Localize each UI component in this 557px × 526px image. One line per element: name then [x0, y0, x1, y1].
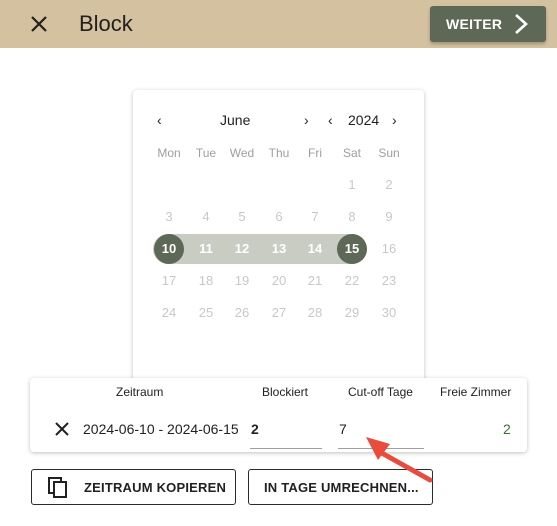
cutoff-field-underline — [338, 448, 424, 449]
day-cell[interactable]: 7 — [300, 202, 330, 232]
weekday-label: Sat — [342, 146, 361, 160]
day-cell[interactable]: 16 — [374, 234, 404, 264]
day-cell[interactable]: 1 — [337, 170, 367, 200]
weekday-label: Thu — [268, 146, 290, 160]
day-cell[interactable]: 5 — [227, 202, 257, 232]
day-cell[interactable]: 4 — [191, 202, 221, 232]
day-cell[interactable]: 20 — [264, 266, 294, 296]
day-cell[interactable]: 28 — [300, 298, 330, 328]
day-cell[interactable]: 14 — [300, 234, 330, 264]
day-cell[interactable]: 18 — [191, 266, 221, 296]
convert-to-days-button[interactable]: IN TAGE UMRECHNEN... — [248, 469, 433, 505]
day-cell[interactable]: 29 — [337, 298, 367, 328]
top-bar: Block WEITER — [0, 0, 557, 48]
copy-zeitraum-button[interactable]: ZEITRAUM KOPIEREN — [31, 469, 236, 505]
day-cell[interactable]: 9 — [374, 202, 404, 232]
day-cell[interactable]: 8 — [337, 202, 367, 232]
day-cell[interactable]: 3 — [154, 202, 184, 232]
day-cell[interactable]: 21 — [300, 266, 330, 296]
day-cell[interactable]: 2 — [374, 170, 404, 200]
day-cell[interactable]: 26 — [227, 298, 257, 328]
column-header-freie-zimmer: Freie Zimmer — [440, 385, 512, 399]
zeitraum-value: 2024-06-10 - 2024-06-15 — [83, 421, 239, 437]
day-cell[interactable]: 22 — [337, 266, 367, 296]
freie-zimmer-value: 2 — [503, 421, 511, 437]
day-cell[interactable]: 10 — [154, 234, 184, 264]
weiter-button-label: WEITER — [446, 16, 503, 32]
day-cell[interactable]: 25 — [191, 298, 221, 328]
weekday-label: Wed — [229, 146, 255, 160]
next-month-button[interactable]: › — [304, 112, 309, 128]
column-header-zeitraum: Zeitraum — [116, 385, 164, 399]
block-table: Zeitraum Blockiert Cut-off Tage Freie Zi… — [30, 378, 527, 452]
copy-zeitraum-label: ZEITRAUM KOPIEREN — [84, 480, 227, 495]
day-cell[interactable]: 23 — [374, 266, 404, 296]
copy-icon — [48, 477, 67, 498]
blockiert-field-underline — [250, 448, 322, 449]
column-header-cutoff: Cut-off Tage — [348, 385, 413, 399]
weekday-label: Fri — [308, 146, 322, 160]
prev-year-button[interactable]: ‹ — [328, 112, 333, 128]
next-year-button[interactable]: › — [392, 112, 397, 128]
day-cell[interactable]: 30 — [374, 298, 404, 328]
date-range-calendar: ‹ June › ‹ 2024 › Mon Tue Wed Thu Fri Sat Sun … — [133, 90, 424, 390]
weekday-label: Tue — [195, 146, 217, 160]
day-cell[interactable]: 12 — [227, 234, 257, 264]
day-cell[interactable]: 15 — [337, 234, 367, 264]
cutoff-field[interactable]: 7 — [339, 421, 347, 437]
month-label[interactable]: June — [220, 112, 250, 128]
selected-range-band — [153, 234, 367, 264]
year-label[interactable]: 2024 — [348, 112, 379, 128]
day-cell[interactable]: 11 — [191, 234, 221, 264]
weiter-button[interactable]: WEITER — [430, 6, 546, 42]
weekday-label: Sun — [378, 146, 400, 160]
column-header-blockiert: Blockiert — [262, 385, 309, 399]
weekday-label: Mon — [157, 146, 181, 160]
day-cell[interactable]: 13 — [264, 234, 294, 264]
day-cell[interactable]: 27 — [264, 298, 294, 328]
day-cell[interactable]: 24 — [154, 298, 184, 328]
day-cell[interactable]: 6 — [264, 202, 294, 232]
remove-row-icon[interactable] — [53, 420, 71, 438]
page-title: Block — [79, 11, 133, 36]
blockiert-field[interactable]: 2 — [251, 421, 259, 437]
day-cell[interactable]: 17 — [154, 266, 184, 296]
chevron-right-icon — [515, 14, 528, 34]
close-icon[interactable] — [27, 12, 51, 36]
convert-to-days-label: IN TAGE UMRECHNEN... — [264, 480, 419, 495]
day-cell[interactable]: 19 — [227, 266, 257, 296]
prev-month-button[interactable]: ‹ — [157, 112, 162, 128]
